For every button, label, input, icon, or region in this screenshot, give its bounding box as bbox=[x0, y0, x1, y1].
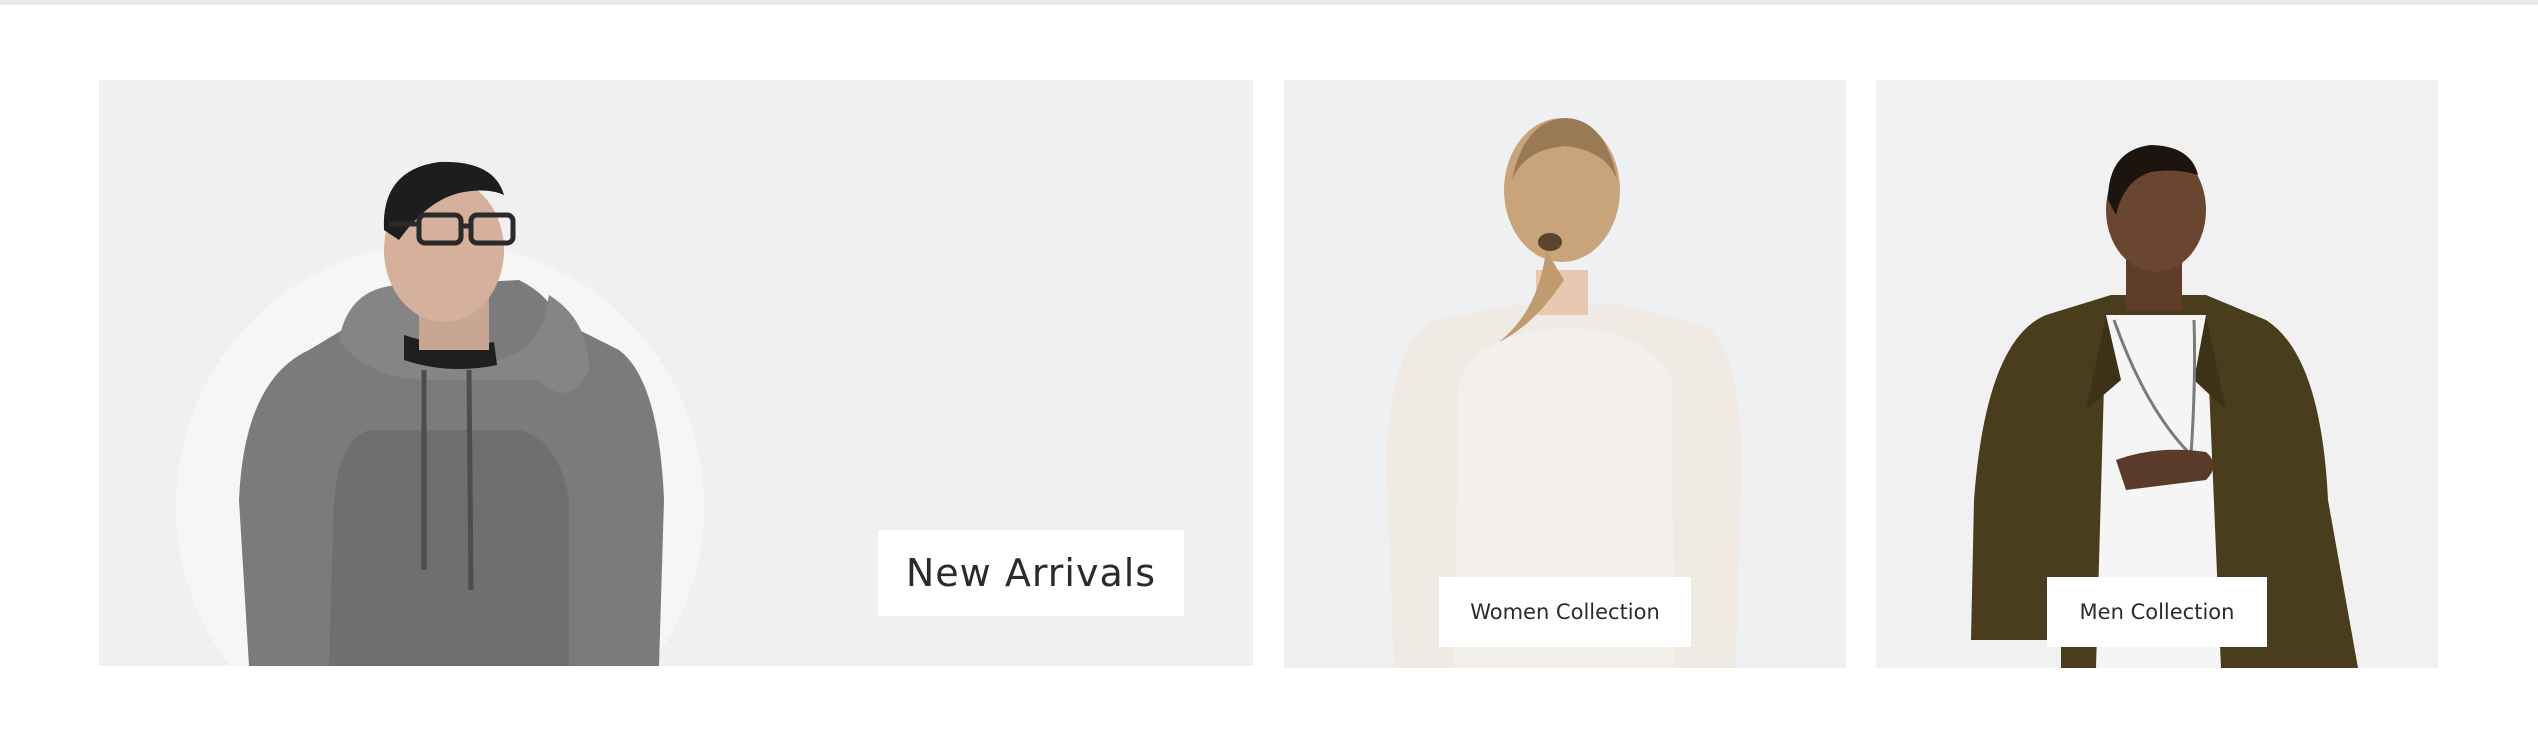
women-collection-banner[interactable]: Women Collection bbox=[1284, 80, 1846, 668]
top-divider bbox=[0, 0, 2538, 5]
new-arrivals-banner[interactable]: New Arrivals bbox=[99, 80, 1253, 666]
new-arrivals-label[interactable]: New Arrivals bbox=[878, 530, 1184, 616]
men-collection-banner[interactable]: Men Collection bbox=[1876, 80, 2438, 668]
men-collection-label[interactable]: Men Collection bbox=[2047, 577, 2267, 647]
women-collection-label[interactable]: Women Collection bbox=[1439, 577, 1691, 647]
